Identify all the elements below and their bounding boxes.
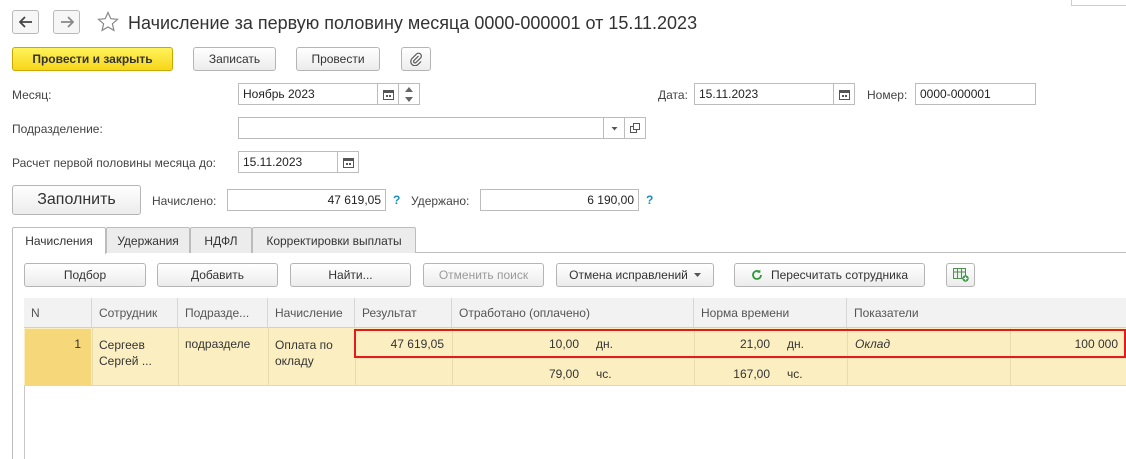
tab-ndfl[interactable]: НДФЛ (190, 227, 252, 253)
cell-n: 1 (74, 337, 81, 351)
column-header-accrual[interactable]: Начисление (268, 298, 355, 328)
attach-button[interactable] (401, 47, 431, 71)
back-button[interactable] (12, 10, 39, 34)
chevron-up-icon (405, 87, 413, 92)
cell-norm-hours-unit: чс. (787, 367, 803, 381)
calc-until-label: Расчет первой половины месяца до: (12, 156, 216, 170)
highlight-frame (354, 329, 1126, 358)
arrow-left-icon (18, 16, 32, 28)
window-corner-divider (1071, 0, 1126, 6)
date-label: Дата: (658, 88, 688, 102)
column-divider (178, 328, 179, 386)
calc-until-calendar-button[interactable] (338, 151, 359, 173)
column-header-n[interactable]: N (24, 298, 92, 328)
open-window-icon (629, 122, 640, 133)
arrow-right-icon (60, 16, 74, 28)
indicators-button[interactable] (946, 263, 975, 287)
department-label: Подразделение: (12, 122, 103, 136)
tab-withholdings[interactable]: Удержания (106, 227, 190, 253)
pick-button[interactable]: Подбор (24, 263, 146, 287)
forward-button[interactable] (53, 10, 80, 34)
refresh-icon (752, 269, 762, 280)
column-header-employee[interactable]: Сотрудник (92, 298, 178, 328)
column-header-indicators[interactable]: Показатели (847, 298, 1126, 328)
month-calendar-button[interactable] (378, 83, 399, 105)
number-field[interactable]: 0000-000001 (915, 83, 1036, 105)
row-divider (355, 358, 1126, 359)
withheld-field: 6 190,00 (480, 189, 639, 211)
department-open-button[interactable] (625, 117, 646, 139)
calc-until-field[interactable]: 15.11.2023 (238, 151, 338, 173)
withheld-help-icon[interactable]: ? (646, 193, 653, 207)
number-label: Номер: (867, 88, 908, 102)
window-title: Начисление за первую половину месяца 000… (128, 13, 698, 33)
find-button[interactable]: Найти... (290, 263, 411, 287)
cancel-search-button[interactable]: Отменить поиск (423, 263, 544, 287)
column-divider (92, 328, 93, 386)
add-button[interactable]: Добавить (157, 263, 278, 287)
save-button[interactable]: Записать (193, 47, 276, 71)
post-and-close-button[interactable]: Провести и закрыть (12, 47, 173, 71)
paperclip-icon (410, 52, 422, 66)
recalculate-employee-button[interactable]: Пересчитать сотрудника (734, 263, 925, 287)
accrued-field: 47 619,05 (227, 189, 386, 211)
chevron-down-icon (693, 273, 701, 277)
date-field[interactable]: 15.11.2023 (694, 83, 834, 105)
department-dropdown-button[interactable] (604, 117, 625, 139)
table-add-icon (952, 268, 969, 282)
column-header-norm[interactable]: Норма времени (694, 298, 847, 328)
month-label: Месяц: (12, 88, 52, 102)
post-button[interactable]: Провести (296, 47, 380, 71)
recalculate-employee-label: Пересчитать сотрудника (770, 268, 909, 282)
chevron-down-icon (611, 126, 617, 130)
column-header-department[interactable]: Подразде... (178, 298, 268, 328)
date-calendar-button[interactable] (834, 83, 855, 105)
column-header-worked[interactable]: Отработано (оплачено) (452, 298, 694, 328)
tab-accruals[interactable]: Начисления (12, 227, 106, 254)
month-stepper[interactable] (399, 83, 420, 105)
calendar-icon (382, 89, 394, 100)
accrued-help-icon[interactable]: ? (393, 193, 400, 207)
star-icon[interactable] (97, 11, 119, 33)
department-field[interactable] (238, 117, 604, 139)
column-divider (268, 328, 269, 386)
tab-payment-corrections[interactable]: Корректировки выплаты (252, 227, 416, 253)
chevron-down-icon (405, 97, 413, 102)
fill-button[interactable]: Заполнить (12, 185, 141, 215)
calendar-icon (342, 157, 354, 168)
cancel-corrections-button[interactable]: Отмена исправлений (556, 263, 714, 287)
month-field[interactable]: Ноябрь 2023 (238, 83, 378, 105)
cell-employee: Сергеев Сергей ... (99, 338, 152, 368)
cell-worked-hours: 79,00 (548, 367, 579, 381)
cell-accrual: Оплата по окладу (275, 338, 333, 368)
cell-department: подразделе (185, 337, 251, 351)
column-header-result[interactable]: Результат (355, 298, 452, 328)
withheld-label: Удержано: (411, 194, 470, 208)
cell-norm-hours: 167,00 (733, 367, 770, 381)
accrued-label: Начислено: (152, 194, 217, 208)
cancel-corrections-label: Отмена исправлений (569, 268, 688, 282)
cell-worked-hours-unit: чс. (596, 367, 612, 381)
calendar-icon (838, 89, 850, 100)
